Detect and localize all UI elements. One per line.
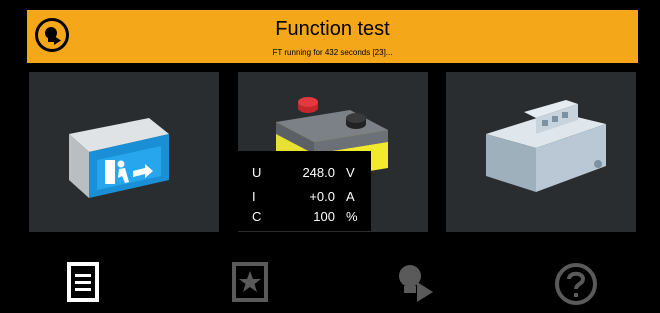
tile-din-rail-module[interactable]: [446, 72, 636, 232]
list-icon: [67, 262, 99, 302]
exit-sign-icon: [69, 118, 169, 198]
voltage-value: 248.0: [302, 165, 335, 180]
measurement-panel: U 248.0 V I +0.0 A C 100 %: [238, 151, 371, 231]
nav-list-button[interactable]: [67, 262, 99, 307]
help-icon: [555, 263, 597, 305]
current-row: I +0.0 A: [238, 189, 371, 209]
current-label: I: [252, 189, 256, 204]
current-unit: A: [346, 189, 355, 204]
status-text: FT running for 432 seconds [23]...: [272, 48, 393, 57]
page-title: Function test: [275, 18, 390, 40]
capacity-unit: %: [346, 209, 358, 224]
star-icon: [232, 262, 268, 302]
capacity-row: C 100 %: [238, 209, 371, 229]
current-value: +0.0: [309, 189, 335, 204]
din-module-icon: [486, 100, 606, 192]
header-bar: Function test FT running for 432 seconds…: [27, 10, 638, 63]
capacity-label: C: [252, 209, 262, 224]
lamp-play-icon: [399, 265, 433, 302]
nav-help-button[interactable]: [554, 262, 598, 311]
voltage-row: U 248.0 V: [238, 165, 371, 185]
capacity-value: 100: [313, 209, 335, 224]
tile-emergency-exit-sign[interactable]: [29, 72, 219, 232]
nav-function-test-button[interactable]: [395, 262, 435, 307]
nav-favorites-button[interactable]: [232, 262, 268, 307]
voltage-label: U: [252, 165, 262, 180]
voltage-unit: V: [346, 165, 355, 180]
